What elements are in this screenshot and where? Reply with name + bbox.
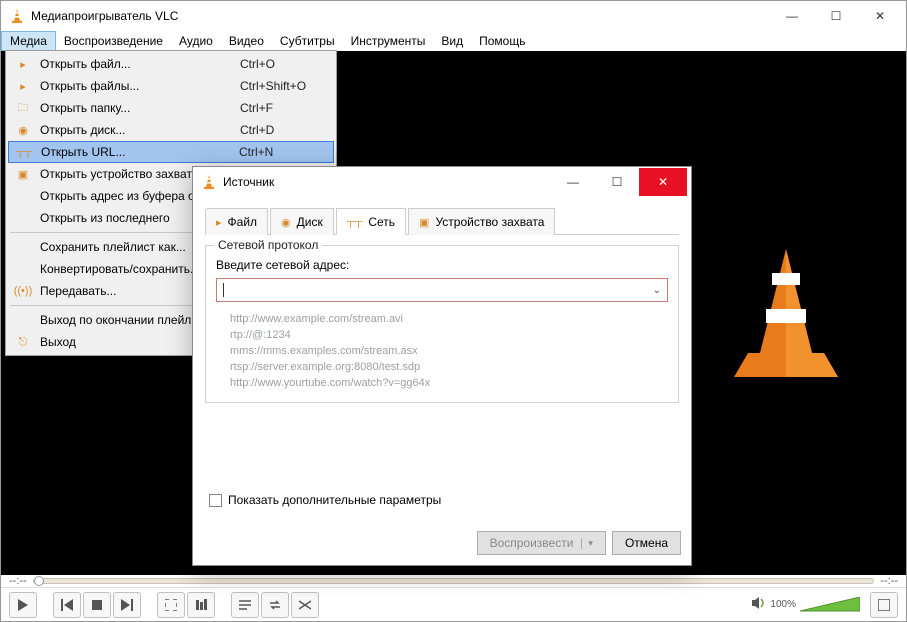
tab-capture[interactable]: ▣Устройство захвата — [408, 208, 555, 235]
file-icon: ▸ — [12, 58, 34, 71]
menu-playback[interactable]: Воспроизведение — [56, 32, 171, 50]
dialog-title: Источник — [223, 175, 551, 189]
playlist-button[interactable] — [231, 592, 259, 618]
cancel-button[interactable]: Отмена — [612, 531, 681, 555]
shuffle-button[interactable] — [291, 592, 319, 618]
media-menu-item-3[interactable]: ◉Открыть диск...Ctrl+D — [8, 119, 334, 141]
capture-icon: ▣ — [12, 168, 34, 181]
vlc-cone-icon — [201, 174, 217, 190]
controls-toolbar: 100% — [1, 587, 906, 621]
menu-subtitle[interactable]: Субтитры — [272, 32, 343, 50]
next-button[interactable] — [113, 592, 141, 618]
disc-icon: ◉ — [12, 124, 34, 137]
menu-video[interactable]: Видео — [221, 32, 272, 50]
file-icon: ▸ — [216, 216, 222, 229]
network-protocol-group: Сетевой протокол Введите сетевой адрес: … — [205, 245, 679, 403]
chevron-down-icon: ⌄ — [653, 285, 661, 296]
checkbox-icon — [209, 494, 222, 507]
net-icon: ┬┬ — [13, 146, 35, 158]
time-total: --:-- — [880, 575, 898, 587]
menu-media[interactable]: Медиа — [1, 31, 56, 51]
network-icon: ┬┬ — [347, 216, 363, 228]
dialog-button-row: Воспроизвести Отмена — [193, 525, 691, 565]
stream-icon: ((•)) — [12, 285, 34, 297]
vlc-cone-logo — [726, 243, 846, 383]
seek-slider[interactable] — [33, 578, 875, 584]
stop-button[interactable] — [83, 592, 111, 618]
volume-control: 100% — [752, 592, 898, 618]
dialog-titlebar: Источник ― ☐ ✕ — [193, 167, 691, 197]
ext-settings-button[interactable] — [187, 592, 215, 618]
maximize-button[interactable]: ☐ — [814, 2, 858, 30]
media-menu-item-1[interactable]: ▸Открыть файлы...Ctrl+Shift+O — [8, 75, 334, 97]
url-field-label: Введите сетевой адрес: — [216, 258, 668, 272]
group-title: Сетевой протокол — [214, 238, 322, 252]
menu-audio[interactable]: Аудио — [171, 32, 221, 50]
show-more-checkbox[interactable]: Показать дополнительные параметры — [209, 493, 679, 507]
tab-file[interactable]: ▸Файл — [205, 208, 268, 235]
titlebar: Медиапроигрыватель VLC ― ☐ ✕ — [1, 1, 906, 31]
window-title: Медиапроигрыватель VLC — [31, 9, 770, 23]
folder-icon: 🗀 — [12, 99, 34, 118]
vlc-cone-icon — [9, 8, 25, 24]
open-source-dialog: Источник ― ☐ ✕ ▸Файл ◉Диск ┬┬Сеть ▣Устро… — [192, 166, 692, 566]
url-input[interactable]: ⌄ — [216, 278, 668, 302]
dialog-close-button[interactable]: ✕ — [639, 168, 687, 196]
menu-view[interactable]: Вид — [433, 32, 471, 50]
menubar: Медиа Воспроизведение Аудио Видео Субтит… — [1, 31, 906, 51]
fullscreen-button[interactable] — [157, 592, 185, 618]
prev-button[interactable] — [53, 592, 81, 618]
menu-tools[interactable]: Инструменты — [343, 32, 434, 50]
exit-icon: ⎋ — [12, 336, 34, 349]
media-menu-item-2[interactable]: 🗀Открыть папку...Ctrl+F — [8, 97, 334, 119]
media-menu-item-0[interactable]: ▸Открыть файл...Ctrl+O — [8, 53, 334, 75]
play-button[interactable]: Воспроизвести — [477, 531, 606, 555]
play-button[interactable] — [9, 592, 37, 618]
minimize-button[interactable]: ― — [770, 2, 814, 30]
fullscreen-alt-button[interactable] — [870, 592, 898, 618]
dialog-minimize-button[interactable]: ― — [551, 168, 595, 196]
files-icon: ▸ — [12, 80, 34, 93]
volume-slider[interactable] — [800, 597, 860, 613]
tab-network[interactable]: ┬┬Сеть — [336, 208, 406, 235]
close-button[interactable]: ✕ — [858, 2, 902, 30]
dialog-maximize-button[interactable]: ☐ — [595, 168, 639, 196]
volume-label: 100% — [770, 599, 796, 610]
tab-disc[interactable]: ◉Диск — [270, 208, 334, 235]
media-menu-item-4[interactable]: ┬┬Открыть URL...Ctrl+N — [8, 141, 334, 163]
disc-icon: ◉ — [281, 216, 291, 229]
time-elapsed: --:-- — [9, 575, 27, 587]
capture-icon: ▣ — [419, 216, 429, 229]
url-examples: http://www.example.com/stream.avi rtp://… — [230, 312, 668, 392]
dialog-tabs: ▸Файл ◉Диск ┬┬Сеть ▣Устройство захвата — [205, 207, 679, 235]
speaker-icon[interactable] — [752, 596, 766, 613]
seek-bar-row: --:-- --:-- — [1, 575, 906, 587]
loop-button[interactable] — [261, 592, 289, 618]
menu-help[interactable]: Помощь — [471, 32, 533, 50]
